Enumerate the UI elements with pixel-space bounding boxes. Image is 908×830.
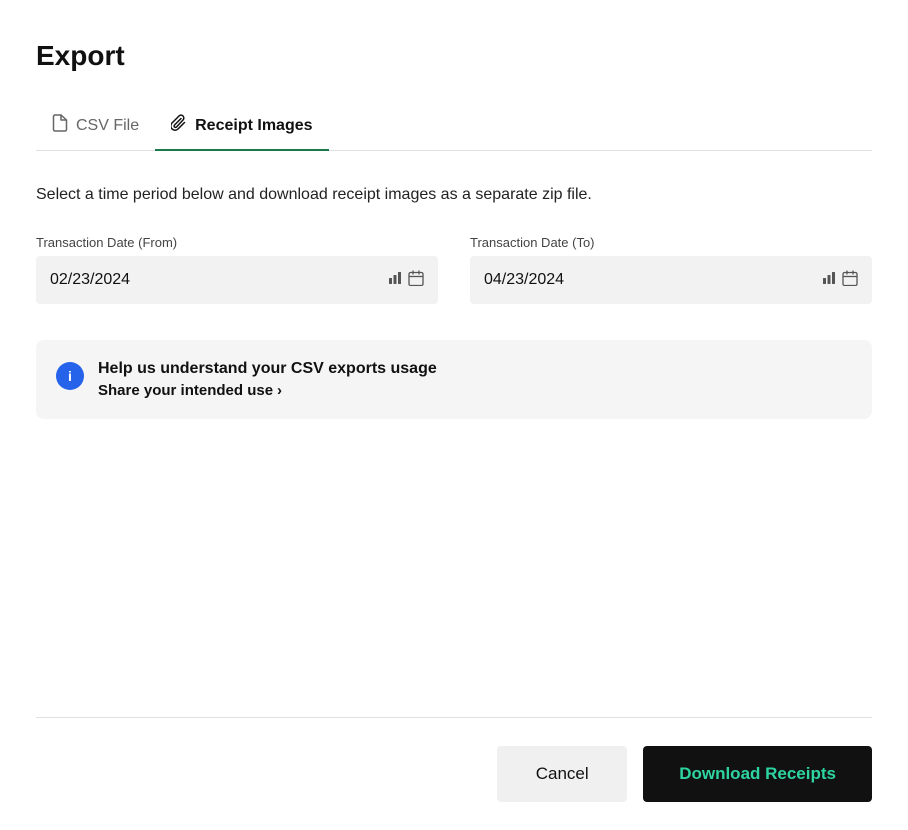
cancel-button[interactable]: Cancel (497, 746, 627, 802)
date-from-input[interactable]: 02/23/2024 (36, 256, 438, 304)
info-content: Help us understand your CSV exports usag… (98, 360, 437, 399)
info-icon: i (56, 362, 84, 390)
info-link[interactable]: Share your intended use › (98, 382, 437, 399)
date-to-value: 04/23/2024 (484, 271, 814, 289)
date-from-field: Transaction Date (From) 02/23/2024 (36, 235, 438, 304)
description-text: Select a time period below and download … (36, 183, 656, 207)
calendar-icon (408, 270, 424, 291)
date-to-input[interactable]: 04/23/2024 (470, 256, 872, 304)
paperclip-icon (171, 114, 187, 137)
download-receipts-button[interactable]: Download Receipts (643, 746, 872, 802)
info-link-arrow: › (277, 382, 282, 399)
info-link-label: Share your intended use (98, 382, 273, 399)
tab-csv-label: CSV File (76, 117, 139, 135)
calendar-icon (842, 270, 858, 291)
tab-bar: CSV File Receipt Images (36, 102, 872, 151)
date-from-value: 02/23/2024 (50, 271, 380, 289)
date-row: Transaction Date (From) 02/23/2024 (36, 235, 872, 304)
tab-csv[interactable]: CSV File (36, 102, 155, 151)
date-from-label: Transaction Date (From) (36, 235, 438, 250)
tab-receipt-label: Receipt Images (195, 117, 312, 135)
info-title: Help us understand your CSV exports usag… (98, 360, 437, 378)
bar-chart-icon (822, 271, 836, 290)
date-to-field: Transaction Date (To) 04/23/2024 (470, 235, 872, 304)
modal-footer: Cancel Download Receipts (36, 717, 872, 830)
date-to-label: Transaction Date (To) (470, 235, 872, 250)
info-box: i Help us understand your CSV exports us… (36, 340, 872, 419)
bar-chart-icon (388, 271, 402, 290)
file-icon (52, 114, 68, 137)
tab-receipt[interactable]: Receipt Images (155, 102, 328, 151)
modal-body: Select a time period below and download … (36, 151, 872, 717)
modal-title: Export (36, 40, 872, 72)
export-modal: Export CSV File Receipt Images Select a … (0, 0, 908, 830)
